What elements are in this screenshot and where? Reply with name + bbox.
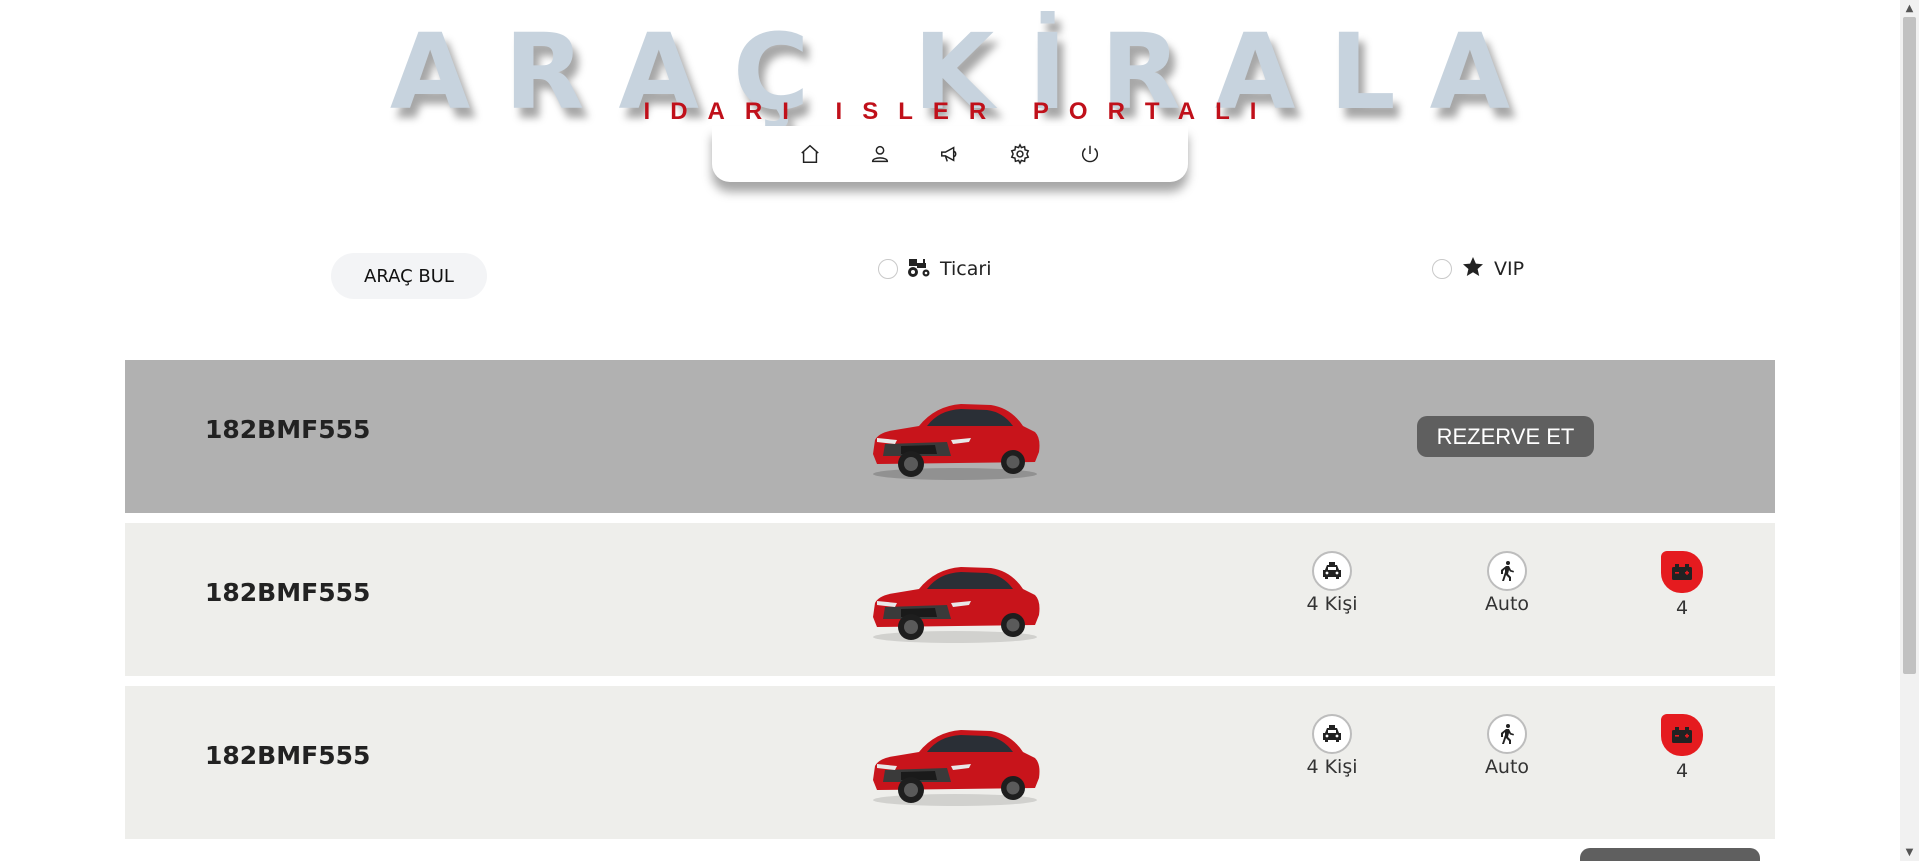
capacity-feature: 4 Kişi [1272, 714, 1392, 778]
partial-button[interactable] [1580, 848, 1760, 861]
star-icon [1460, 255, 1486, 284]
battery-icon [1661, 551, 1703, 593]
home-icon[interactable] [794, 138, 826, 170]
radio-ticari[interactable] [878, 259, 898, 279]
vertical-scrollbar[interactable]: ▲ ▼ [1900, 0, 1919, 861]
scroll-up-arrow-icon[interactable]: ▲ [1900, 0, 1919, 17]
filter-vip-label: VIP [1494, 258, 1525, 280]
fuel-feature: 4 [1622, 714, 1742, 782]
reserve-button[interactable]: REZERVE ET [1417, 416, 1594, 457]
transmission-feature: Auto [1447, 714, 1567, 778]
transmission-label: Auto [1484, 593, 1530, 615]
fuel-label: 4 [1675, 597, 1689, 619]
capacity-label: 4 Kişi [1306, 756, 1358, 778]
scrollbar-thumb[interactable] [1903, 17, 1916, 674]
car-image [873, 730, 1040, 806]
car-image [873, 404, 1040, 480]
vehicle-plate: 182BMF555 [205, 415, 371, 444]
top-nav [712, 126, 1188, 182]
taxi-icon [1312, 714, 1352, 754]
capacity-feature: 4 Kişi [1272, 551, 1392, 615]
filter-ticari-label: Ticari [940, 258, 992, 280]
walking-icon [1487, 714, 1527, 754]
radio-vip[interactable] [1432, 259, 1452, 279]
vehicle-plate: 182BMF555 [205, 741, 371, 770]
filter-ticari[interactable]: Ticari [878, 254, 991, 284]
tractor-icon [906, 255, 932, 284]
page: ARAÇ KİRALA IDARI ISLER PORTALI ARAÇ BUL… [0, 0, 1900, 861]
user-icon[interactable] [864, 138, 896, 170]
transmission-label: Auto [1484, 756, 1530, 778]
page-subtitle: IDARI ISLER PORTALI [643, 98, 1277, 125]
fuel-feature: 4 [1622, 551, 1742, 619]
capacity-label: 4 Kişi [1306, 593, 1358, 615]
megaphone-icon[interactable] [934, 138, 966, 170]
vehicle-row[interactable]: 182BMF555 REZERVE ET [125, 360, 1775, 513]
fuel-label: 4 [1675, 760, 1689, 782]
taxi-icon [1312, 551, 1352, 591]
filter-vip[interactable]: VIP [1432, 254, 1524, 284]
vehicle-row[interactable]: 182BMF555 4 Kişi Auto 4 [125, 686, 1775, 839]
find-vehicle-button[interactable]: ARAÇ BUL [331, 253, 487, 299]
battery-icon [1661, 714, 1703, 756]
vehicle-plate: 182BMF555 [205, 578, 371, 607]
gear-icon[interactable] [1004, 138, 1036, 170]
vehicle-row[interactable]: 182BMF555 4 Kişi Auto 4 [125, 523, 1775, 676]
power-icon[interactable] [1074, 138, 1106, 170]
transmission-feature: Auto [1447, 551, 1567, 615]
scroll-down-arrow-icon[interactable]: ▼ [1900, 844, 1919, 861]
car-image [873, 567, 1040, 643]
walking-icon [1487, 551, 1527, 591]
